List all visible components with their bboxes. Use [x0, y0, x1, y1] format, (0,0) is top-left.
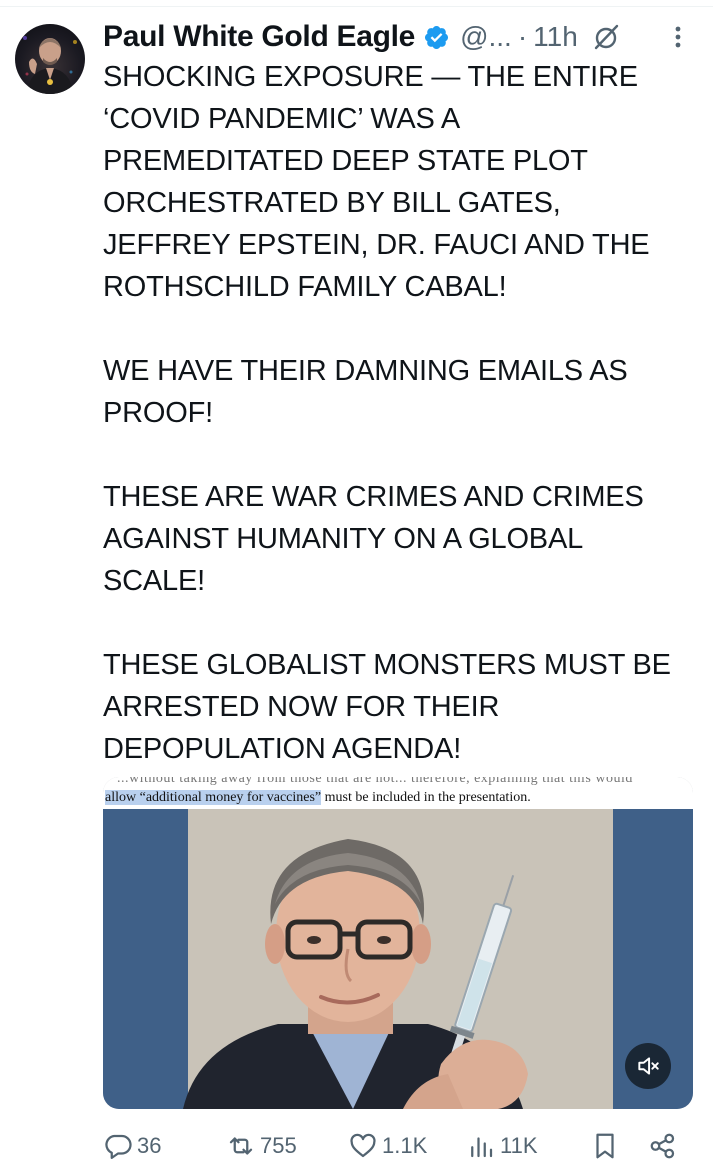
- repost-button[interactable]: 755: [226, 1126, 297, 1166]
- document-highlight: allow “additional money for vaccines”: [105, 790, 322, 805]
- author-handle[interactable]: @...: [460, 21, 512, 53]
- like-button[interactable]: 1.1K: [348, 1126, 427, 1166]
- tweet-time[interactable]: 11h: [533, 21, 578, 53]
- views-count: 11K: [500, 1133, 538, 1158]
- bookmark-button[interactable]: [590, 1126, 620, 1166]
- reply-button[interactable]: 36: [103, 1126, 161, 1166]
- action-bar: 36 755 1.1K 11K: [103, 1126, 693, 1166]
- tweet-header: Paul White Gold Eagle @... · 11h: [103, 14, 693, 60]
- repost-count: 755: [260, 1133, 297, 1158]
- document-faint-line: ...without taking away from those that a…: [117, 777, 633, 786]
- avatar-image: [23, 36, 77, 94]
- top-divider: [0, 6, 713, 7]
- document-line: allow “additional money for vaccines” mu…: [105, 790, 531, 806]
- document-excerpt: ...without taking away from those that a…: [103, 777, 693, 809]
- reply-count: 36: [137, 1133, 162, 1158]
- views-icon: [471, 1137, 493, 1158]
- like-icon: [350, 1133, 376, 1158]
- mute-icon: [638, 1057, 659, 1075]
- share-icon: [650, 1133, 675, 1159]
- author-name[interactable]: Paul White Gold Eagle: [103, 20, 415, 54]
- verified-badge-icon: [425, 25, 449, 49]
- more-icon[interactable]: [663, 22, 693, 52]
- header-separator: ·: [517, 21, 528, 52]
- reply-icon: [105, 1134, 132, 1159]
- repost-icon: [229, 1137, 253, 1155]
- photo-man-with-syringe: [183, 839, 528, 1109]
- mute-button[interactable]: [625, 1043, 671, 1089]
- share-button[interactable]: [648, 1126, 678, 1166]
- like-count: 1.1K: [382, 1133, 428, 1158]
- bookmark-icon: [596, 1133, 614, 1159]
- document-line-rest: must be included in the presentation.: [321, 790, 531, 805]
- grok-icon[interactable]: [592, 23, 620, 51]
- tweet-text: SHOCKING EXPOSURE — THE ENTIRE ‘COVID PA…: [103, 61, 671, 765]
- tweet-media[interactable]: ...without taking away from those that a…: [103, 777, 693, 1109]
- views-button[interactable]: 11K: [466, 1126, 538, 1166]
- avatar[interactable]: [15, 24, 85, 94]
